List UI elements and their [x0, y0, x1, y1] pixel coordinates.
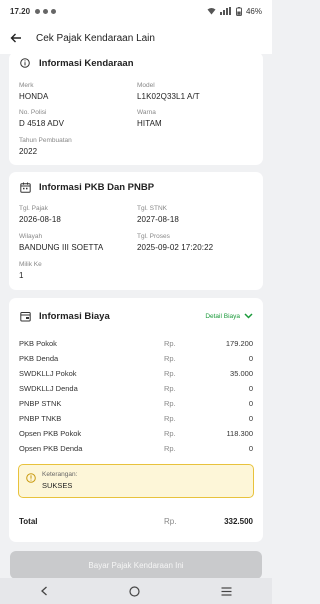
field-no-polisi: No. Polisi D 4518 ADV — [19, 109, 65, 128]
nav-back-icon[interactable] — [40, 586, 48, 596]
field-tgl-proses: Tgl. Proses 2025-09-02 17:20:22 — [137, 233, 214, 252]
system-nav-bar — [0, 578, 272, 604]
total-currency: Rp. — [164, 517, 177, 526]
status-note-content: Keterangan: SUKSES — [42, 471, 77, 491]
status-note-value: SUKSES — [42, 481, 73, 490]
cost-row-swdkllj-denda: SWDKLLJ Denda Rp. 0 — [19, 384, 253, 393]
wifi-icon — [207, 8, 216, 15]
field-tahun-pembuatan: Tahun Pembuatan 2022 — [19, 137, 72, 156]
pkb-info-title: Informasi PKB Dan PNBP — [39, 181, 155, 193]
cost-row-opsen-pkb-pokok: Opsen PKB Pokok Rp. 118.300 — [19, 429, 253, 438]
field-tgl-stnk: Tgl. STNK 2027-08-18 — [137, 205, 179, 224]
cost-row-pnbp-stnk: PNBP STNK Rp. 0 — [19, 399, 253, 408]
total-value: 332.500 — [224, 517, 253, 526]
total-row: Total Rp. 332.500 — [19, 517, 253, 526]
vehicle-info-header: Informasi Kendaraan — [9, 52, 263, 74]
field-milik-ke: Milik Ke 1 — [19, 261, 42, 280]
cost-row-pnbp-tnkb: PNBP TNKB Rp. 0 — [19, 414, 253, 423]
cost-row-pkb-denda: PKB Denda Rp. 0 — [19, 354, 253, 363]
field-merk: Merk HONDA — [19, 82, 49, 101]
detail-biaya-label: Detail Biaya — [205, 312, 240, 320]
nav-home-icon[interactable] — [129, 585, 140, 597]
app-bar: Cek Pajak Kendaraan Lain — [0, 22, 272, 54]
status-time: 17.20 — [10, 6, 31, 16]
cost-info-card: Informasi Biaya Detail Biaya PKB Pokok R… — [9, 298, 263, 542]
cost-row-pkb-pokok: PKB Pokok Rp. 179.200 — [19, 339, 253, 348]
page-title: Cek Pajak Kendaraan Lain — [36, 32, 155, 44]
warning-info-icon — [26, 473, 36, 483]
status-note-label: Keterangan: — [42, 471, 78, 478]
notification-dot-icon — [43, 8, 49, 14]
status-bar: 17.20 46% — [0, 0, 272, 22]
nav-recents-icon[interactable] — [221, 586, 232, 596]
field-model: Model L1K02Q33L1 A/T — [137, 82, 200, 101]
field-warna: Warna HITAM — [137, 109, 162, 128]
info-icon — [19, 57, 31, 69]
signal-icon — [219, 7, 231, 15]
field-wilayah: Wilayah BANDUNG III SOETTA — [19, 233, 104, 252]
cost-info-header: Informasi Biaya Detail Biaya — [9, 298, 263, 334]
notification-icons — [35, 8, 57, 14]
status-right: 46% — [207, 6, 262, 16]
receipt-icon — [19, 310, 31, 322]
cost-row-opsen-pkb-denda: Opsen PKB Denda Rp. 0 — [19, 444, 253, 453]
vehicle-info-card: Informasi Kendaraan Merk HONDA Model L1K… — [9, 52, 263, 165]
battery-percent: 46% — [245, 6, 262, 16]
status-note: Keterangan: SUKSES — [18, 464, 254, 498]
detail-biaya-toggle[interactable]: Detail Biaya — [205, 313, 253, 320]
back-arrow-icon[interactable] — [10, 30, 30, 47]
cost-info-title: Informasi Biaya — [39, 310, 110, 322]
notification-dot-icon — [51, 8, 57, 14]
cost-row-swdkllj-pokok: SWDKLLJ Pokok Rp. 35.000 — [19, 369, 253, 378]
chevron-down-icon — [244, 313, 253, 319]
field-tgl-pajak: Tgl. Pajak 2026-08-18 — [19, 205, 61, 224]
calendar-icon — [19, 181, 31, 193]
pkb-info-header: Informasi PKB Dan PNBP — [9, 172, 263, 202]
battery-icon — [235, 6, 242, 16]
notification-dot-icon — [35, 8, 41, 14]
pkb-info-card: Informasi PKB Dan PNBP Tgl. Pajak 2026-0… — [9, 172, 263, 290]
vehicle-info-title: Informasi Kendaraan — [39, 57, 134, 69]
pay-tax-button[interactable]: Bayar Pajak Kendaraan Ini — [10, 551, 262, 579]
total-label: Total — [19, 517, 38, 526]
